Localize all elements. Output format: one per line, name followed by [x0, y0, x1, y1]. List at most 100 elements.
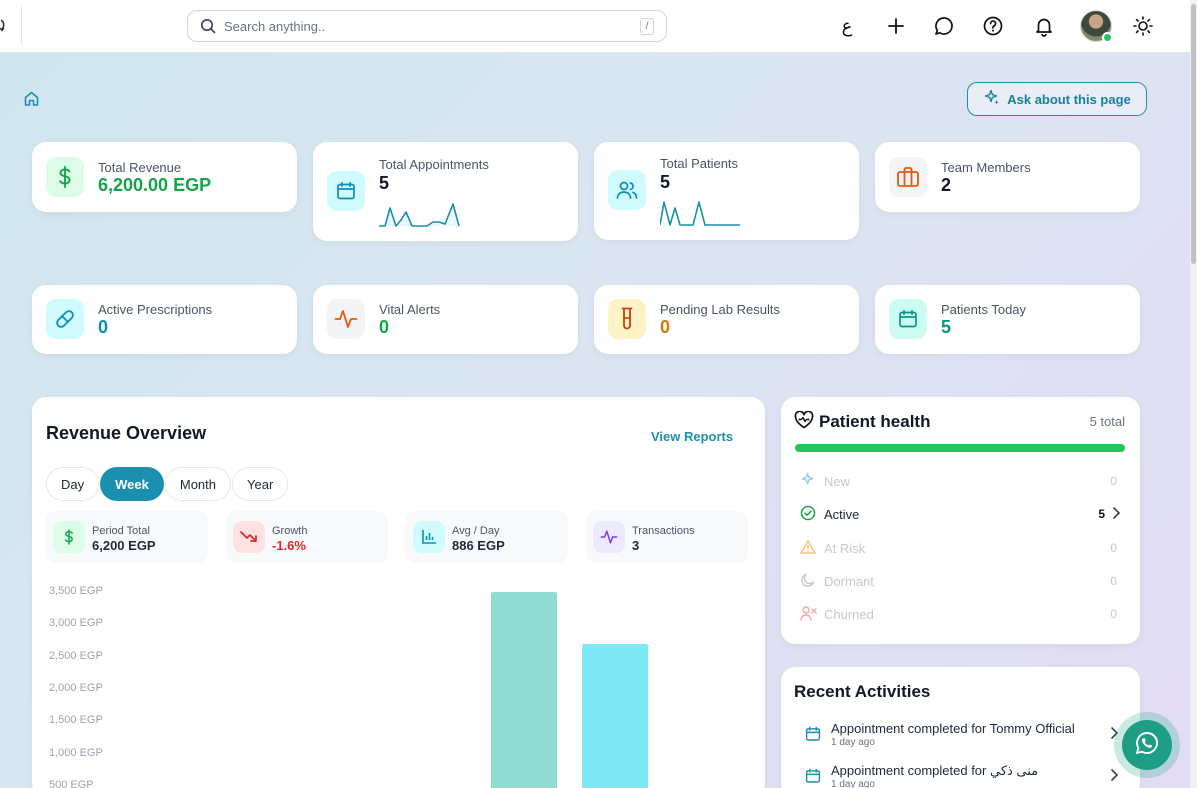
y-axis-tick-label: 2,000 EGP [49, 681, 103, 694]
whatsapp-button[interactable] [1122, 720, 1172, 770]
health-row-count: 0 [1110, 574, 1117, 588]
metric-label: Period Total [92, 525, 150, 537]
stat-label: Total Patients [660, 156, 739, 171]
dollar-icon [46, 157, 84, 197]
view-reports-link[interactable]: View Reports [651, 429, 733, 444]
check-circle-icon [800, 505, 816, 526]
health-row-new: New 0 [795, 470, 1125, 492]
user-avatar[interactable] [1080, 10, 1113, 43]
patients-today-card[interactable]: Patients Today 5 [875, 285, 1140, 354]
sparkle-icon [800, 472, 816, 493]
activity-icon [593, 521, 625, 553]
metric-value: -1.6% [272, 538, 306, 553]
chat-icon[interactable] [932, 14, 956, 38]
ask-about-page-button[interactable]: Ask about this page [967, 82, 1147, 116]
health-row-label: At Risk [824, 541, 866, 556]
stat-value: 0 [660, 317, 671, 337]
y-axis-tick-label: 2,500 EGP [49, 649, 103, 662]
total-appointments-card[interactable]: Total Appointments 5 [313, 142, 578, 241]
pill-icon [46, 299, 84, 339]
team-members-card[interactable]: Team Members 2 [875, 142, 1140, 212]
y-axis-tick-label: 3,500 EGP [49, 585, 103, 597]
avg-day-metric: Avg / Day 886 EGP [406, 511, 568, 563]
patient-health-panel: Patient health 5 total New 0 Active 5 At… [781, 397, 1140, 644]
y-axis-tick-label: 1,500 EGP [49, 714, 103, 727]
search-shortcut-key: / [640, 18, 654, 35]
active-prescriptions-card[interactable]: Active Prescriptions 0 [32, 285, 297, 354]
bell-icon[interactable] [1032, 14, 1056, 38]
health-row-dormant: Dormant 0 [795, 570, 1125, 592]
stat-label: Pending Lab Results [660, 302, 780, 317]
search-bar[interactable]: Search anything.. / [187, 10, 667, 42]
activity-text: Appointment completed for Tommy Official [831, 721, 1075, 736]
briefcase-icon [889, 157, 927, 197]
patient-health-total: 5 total [1089, 414, 1125, 429]
trending-down-icon [233, 521, 265, 553]
pending-lab-results-card[interactable]: Pending Lab Results 0 [594, 285, 859, 354]
heart-pulse-icon [794, 410, 814, 434]
home-icon[interactable] [23, 90, 40, 112]
scrollbar-thumb[interactable] [1191, 4, 1196, 264]
stat-label: Vital Alerts [379, 302, 441, 317]
refresh-icon[interactable] [0, 18, 8, 35]
tab-week[interactable]: Week [100, 467, 164, 501]
recent-activities-title: Recent Activities [794, 682, 931, 701]
health-row-label: Churned [824, 607, 874, 622]
activity-time: 1 day ago [831, 737, 875, 748]
metric-label: Avg / Day [452, 525, 500, 537]
activity-icon [327, 299, 365, 339]
total-revenue-card[interactable]: Total Revenue 6,200.00 EGP [32, 142, 297, 212]
period-tabs: Day Week Month Year [46, 467, 289, 501]
plus-icon[interactable] [884, 14, 908, 38]
stat-value: 5 [941, 317, 952, 337]
stat-label: Total Revenue [98, 160, 182, 175]
tab-day[interactable]: Day [46, 467, 100, 501]
metric-label: Growth [272, 525, 308, 537]
help-icon[interactable] [981, 14, 1005, 38]
metric-value: 886 EGP [452, 538, 505, 553]
health-progress-bar [795, 444, 1125, 452]
stat-value: 2 [941, 175, 952, 195]
growth-metric: Growth -1.6% [226, 511, 388, 563]
calendar-icon [327, 171, 365, 211]
calendar-icon [805, 726, 821, 747]
activity-text: Appointment completed for منى ذكي [831, 763, 1039, 778]
health-row-count: 5 [1098, 507, 1105, 521]
tab-year[interactable]: Year [232, 467, 289, 501]
health-row-label: Dormant [824, 574, 874, 589]
page-scrollbar[interactable] [1190, 0, 1197, 788]
activity-item[interactable]: Appointment completed for منى ذكي 1 day … [795, 763, 1125, 788]
revenue-bar[interactable] [491, 592, 557, 788]
chevron-right-icon [1111, 506, 1121, 525]
online-status-dot [1102, 32, 1113, 43]
activity-item[interactable]: Appointment completed for Tommy Official… [795, 721, 1125, 755]
health-row-at-risk: At Risk 0 [795, 537, 1125, 559]
revenue-bar[interactable] [582, 643, 648, 788]
total-patients-card[interactable]: Total Patients 5 [594, 142, 859, 240]
activity-time: 1 day ago [831, 779, 875, 788]
transactions-metric: Transactions 3 [586, 511, 748, 563]
sun-icon[interactable] [1131, 14, 1155, 38]
health-row-count: 0 [1110, 607, 1117, 621]
stat-label: Team Members [941, 160, 1031, 175]
stat-label: Active Prescriptions [98, 302, 213, 317]
y-axis-tick-label: 3,000 EGP [49, 617, 103, 630]
revenue-title: Revenue Overview [46, 423, 207, 443]
ask-about-page-label: Ask about this page [1007, 91, 1131, 107]
y-axis-tick-label: 1,000 EGP [49, 746, 103, 759]
tab-month[interactable]: Month [164, 467, 231, 501]
health-row-count: 0 [1110, 541, 1117, 555]
vital-alerts-card[interactable]: Vital Alerts 0 [313, 285, 578, 354]
bar-chart-icon [413, 521, 445, 553]
divider [21, 6, 22, 46]
search-icon [200, 18, 216, 39]
language-toggle[interactable]: ع [835, 14, 859, 38]
stat-value: 5 [379, 173, 390, 193]
test-tube-icon [608, 299, 646, 339]
health-row-active[interactable]: Active 5 [795, 503, 1125, 525]
calendar-icon [889, 299, 927, 339]
stat-label: Patients Today [941, 302, 1027, 317]
chevron-right-icon [1109, 726, 1119, 745]
recent-activities-panel: Recent Activities Appointment completed … [781, 667, 1140, 788]
warning-icon [800, 539, 816, 560]
